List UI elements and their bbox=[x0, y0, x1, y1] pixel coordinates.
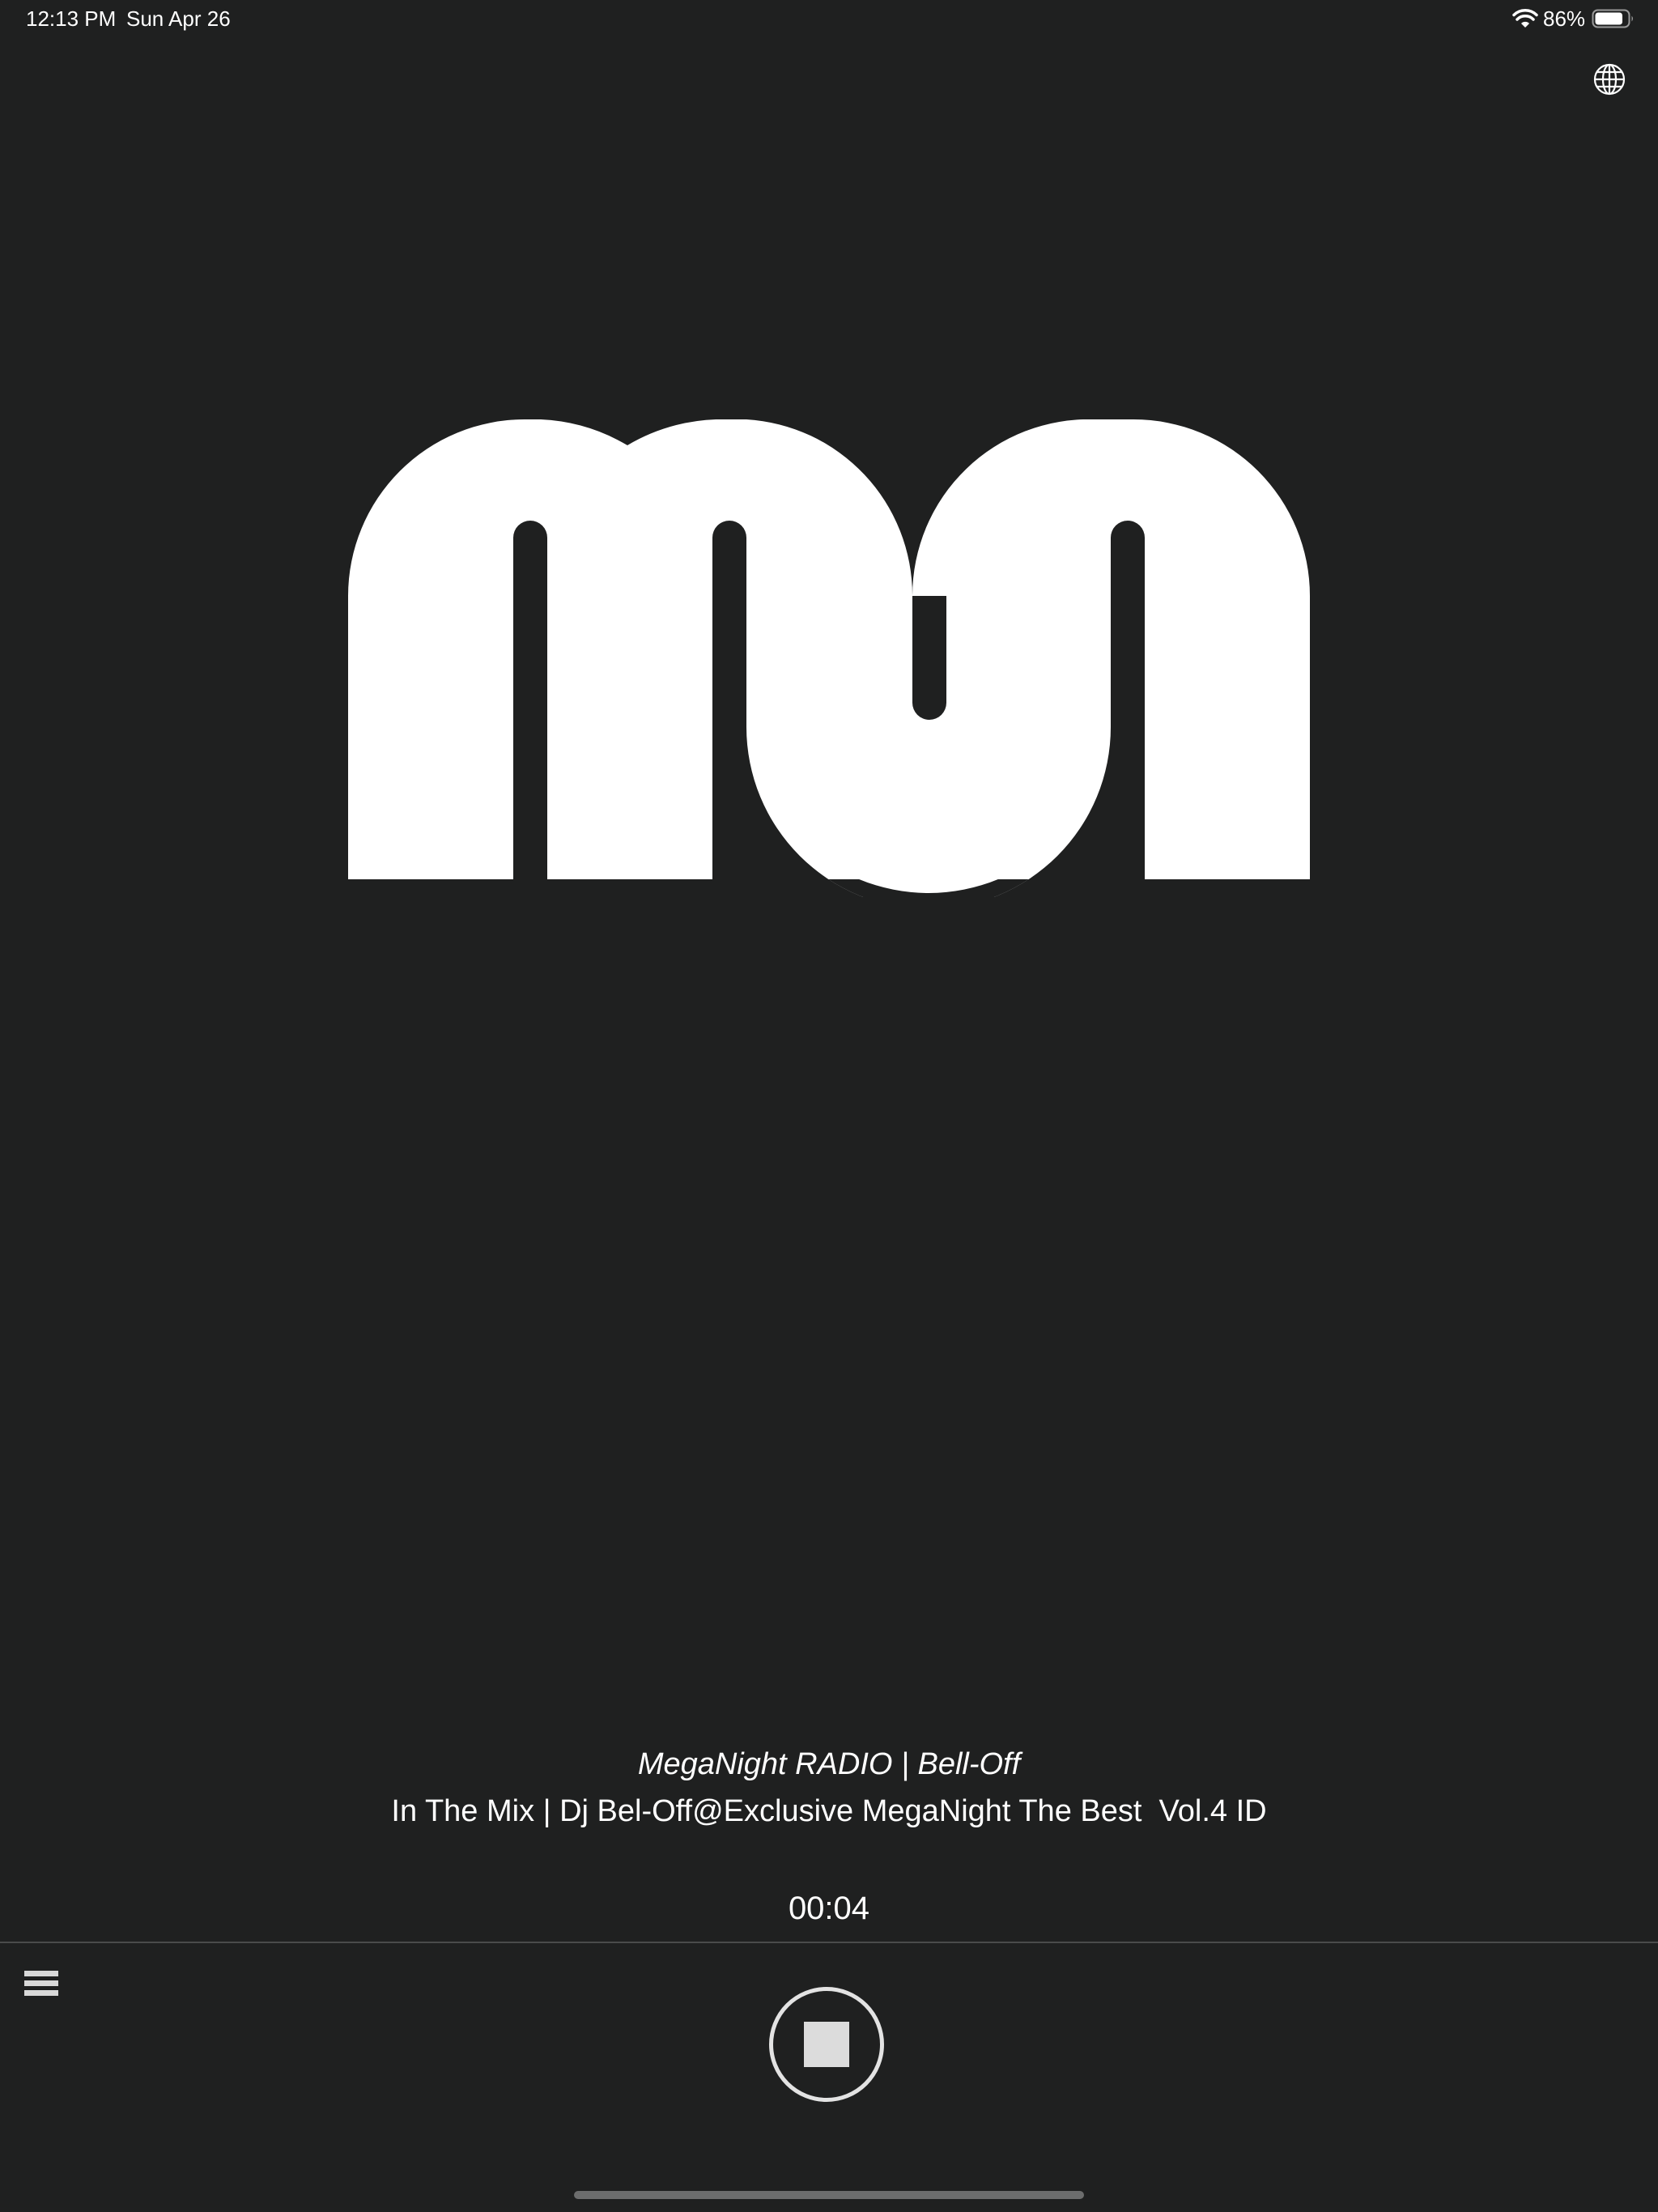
status-time: 12:13 PM bbox=[26, 6, 117, 31]
menu-bar bbox=[24, 1990, 58, 1996]
menu-bar bbox=[24, 1980, 58, 1986]
divider bbox=[0, 1942, 1658, 1943]
globe-icon[interactable] bbox=[1592, 62, 1627, 97]
player-screen: 12:13 PM Sun Apr 26 86% MegaNight RADIO … bbox=[0, 0, 1658, 2212]
meganight-logo bbox=[348, 419, 1310, 897]
stop-button[interactable] bbox=[769, 1987, 884, 2102]
track-title: In The Mix | Dj Bel-Off@Exclusive MegaNi… bbox=[391, 1794, 1267, 1828]
status-date: Sun Apr 26 bbox=[126, 6, 231, 31]
station-name: MegaNight RADIO | Bell-Off bbox=[637, 1747, 1021, 1781]
battery-percent: 86% bbox=[1543, 6, 1586, 31]
home-indicator[interactable] bbox=[574, 2191, 1084, 2199]
stop-icon bbox=[804, 2022, 849, 2067]
wifi-icon bbox=[1512, 9, 1538, 28]
battery-icon bbox=[1592, 9, 1633, 28]
elapsed-time: 00:04 bbox=[788, 1891, 870, 1926]
status-bar: 12:13 PM Sun Apr 26 86% bbox=[0, 0, 1658, 39]
now-playing-info: MegaNight RADIO | Bell-Off In The Mix | … bbox=[0, 1741, 1658, 1835]
hamburger-menu-icon[interactable] bbox=[24, 1971, 62, 2006]
menu-bar bbox=[24, 1971, 58, 1976]
